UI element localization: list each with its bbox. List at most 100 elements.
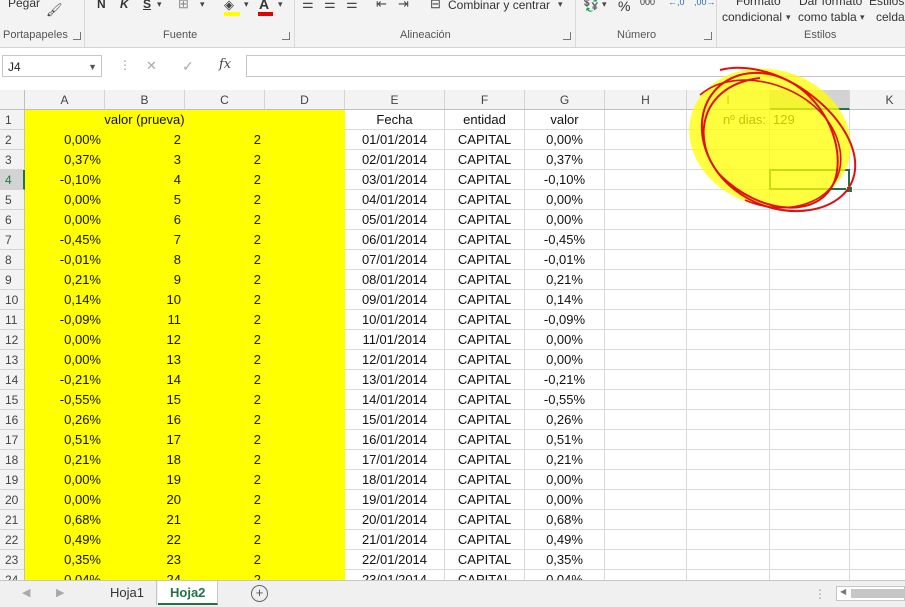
cell-g10[interactable]: 0,14% — [525, 290, 605, 310]
cell-b2[interactable]: 2 — [105, 130, 185, 150]
insert-function-icon[interactable]: fx — [219, 57, 231, 72]
cell-g3[interactable]: 0,37% — [525, 150, 605, 170]
cell-k10[interactable] — [850, 290, 905, 310]
prev-sheet-icon[interactable]: ◀ — [22, 586, 30, 599]
align-center-icon[interactable]: ☰ — [324, 0, 336, 12]
cell-g19[interactable]: 0,00% — [525, 470, 605, 490]
cell-e21[interactable]: 20/01/2014 — [345, 510, 445, 530]
italic-button[interactable]: K — [120, 0, 129, 11]
cell-f22[interactable]: CAPITAL — [445, 530, 525, 550]
cell-a20[interactable]: 0,00% — [25, 490, 105, 510]
merge-cells-icon[interactable]: ⊟ — [430, 0, 441, 12]
cell-j15[interactable] — [770, 390, 850, 410]
cell-h24[interactable] — [605, 570, 687, 580]
cell-b16[interactable]: 16 — [105, 410, 185, 430]
cell-a23[interactable]: 0,35% — [25, 550, 105, 570]
cell-e10[interactable]: 09/01/2014 — [345, 290, 445, 310]
cell-a8[interactable]: -0,01% — [25, 250, 105, 270]
cell-b6[interactable]: 6 — [105, 210, 185, 230]
chevron-down-icon[interactable]: ▼ — [88, 56, 97, 78]
cell-j12[interactable] — [770, 330, 850, 350]
cell-c21[interactable]: 2 — [185, 510, 265, 530]
cell-e4[interactable]: 03/01/2014 — [345, 170, 445, 190]
cell-g16[interactable]: 0,26% — [525, 410, 605, 430]
cell-a4[interactable]: -0,10% — [25, 170, 105, 190]
font-launcher-icon[interactable] — [282, 32, 290, 40]
row-header-24[interactable]: 24 — [0, 570, 25, 580]
cell-a5[interactable]: 0,00% — [25, 190, 105, 210]
cell-e13[interactable]: 12/01/2014 — [345, 350, 445, 370]
cell-d2[interactable] — [265, 130, 345, 150]
cell-c10[interactable]: 2 — [185, 290, 265, 310]
cell-j7[interactable] — [770, 230, 850, 250]
cell-i1[interactable]: nº dias: — [687, 110, 770, 130]
row-header-18[interactable]: 18 — [0, 450, 25, 470]
cell-j5[interactable] — [770, 190, 850, 210]
cell-f10[interactable]: CAPITAL — [445, 290, 525, 310]
cancel-icon[interactable]: ✕ — [146, 58, 157, 74]
cell-e18[interactable]: 17/01/2014 — [345, 450, 445, 470]
cell-f6[interactable]: CAPITAL — [445, 210, 525, 230]
cell-c8[interactable]: 2 — [185, 250, 265, 270]
chevron-down-icon[interactable]: ▾ — [786, 12, 791, 23]
align-right-icon[interactable]: ☰ — [346, 0, 358, 12]
cell-h7[interactable] — [605, 230, 687, 250]
cell-b10[interactable]: 10 — [105, 290, 185, 310]
cell-e8[interactable]: 07/01/2014 — [345, 250, 445, 270]
cell-d10[interactable] — [265, 290, 345, 310]
align-left-icon[interactable]: ☰ — [302, 0, 314, 12]
cell-a17[interactable]: 0,51% — [25, 430, 105, 450]
chevron-down-icon[interactable]: ▾ — [157, 0, 162, 10]
row-header-10[interactable]: 10 — [0, 290, 25, 310]
cell-h12[interactable] — [605, 330, 687, 350]
cell-e20[interactable]: 19/01/2014 — [345, 490, 445, 510]
chevron-down-icon[interactable]: ▾ — [860, 12, 865, 23]
column-header-f[interactable]: F — [445, 90, 525, 110]
name-box[interactable]: J4 ▼ — [2, 55, 102, 77]
cell-d22[interactable] — [265, 530, 345, 550]
cell-f14[interactable]: CAPITAL — [445, 370, 525, 390]
cell-h9[interactable] — [605, 270, 687, 290]
column-header-b[interactable]: B — [105, 90, 185, 110]
cell-b15[interactable]: 15 — [105, 390, 185, 410]
cell-i3[interactable] — [687, 150, 770, 170]
cell-j16[interactable] — [770, 410, 850, 430]
cell-a11[interactable]: -0,09% — [25, 310, 105, 330]
column-header-e[interactable]: E — [345, 90, 445, 110]
cell-h5[interactable] — [605, 190, 687, 210]
cell-g9[interactable]: 0,21% — [525, 270, 605, 290]
row-header-4[interactable]: 4 — [0, 170, 25, 190]
cell-i15[interactable] — [687, 390, 770, 410]
row-header-11[interactable]: 11 — [0, 310, 25, 330]
cell-h1[interactable] — [605, 110, 687, 130]
cell-i14[interactable] — [687, 370, 770, 390]
cell-j22[interactable] — [770, 530, 850, 550]
cell-j18[interactable] — [770, 450, 850, 470]
cell-d15[interactable] — [265, 390, 345, 410]
spreadsheet-grid[interactable]: A B C D E F G H I J K 1 2 3 4 5 6 7 8 9 10 11 12 13 14 15 16 17 18 19… — [0, 90, 905, 580]
cell-k19[interactable] — [850, 470, 905, 490]
cell-g21[interactable]: 0,68% — [525, 510, 605, 530]
chevron-down-icon[interactable]: ▾ — [244, 0, 249, 10]
cell-i12[interactable] — [687, 330, 770, 350]
cell-k15[interactable] — [850, 390, 905, 410]
cell-i6[interactable] — [687, 210, 770, 230]
cell-k12[interactable] — [850, 330, 905, 350]
cell-d1[interactable] — [265, 110, 345, 130]
cell-b11[interactable]: 11 — [105, 310, 185, 330]
row-header-2[interactable]: 2 — [0, 130, 25, 150]
cell-d17[interactable] — [265, 430, 345, 450]
cell-c17[interactable]: 2 — [185, 430, 265, 450]
chevron-down-icon[interactable]: ▾ — [278, 0, 283, 10]
cell-c13[interactable]: 2 — [185, 350, 265, 370]
row-header-15[interactable]: 15 — [0, 390, 25, 410]
row-header-5[interactable]: 5 — [0, 190, 25, 210]
row-header-3[interactable]: 3 — [0, 150, 25, 170]
cell-e2[interactable]: 01/01/2014 — [345, 130, 445, 150]
cell-i16[interactable] — [687, 410, 770, 430]
cell-b20[interactable]: 20 — [105, 490, 185, 510]
cell-a12[interactable]: 0,00% — [25, 330, 105, 350]
cell-d19[interactable] — [265, 470, 345, 490]
cell-a21[interactable]: 0,68% — [25, 510, 105, 530]
cell-j2[interactable] — [770, 130, 850, 150]
